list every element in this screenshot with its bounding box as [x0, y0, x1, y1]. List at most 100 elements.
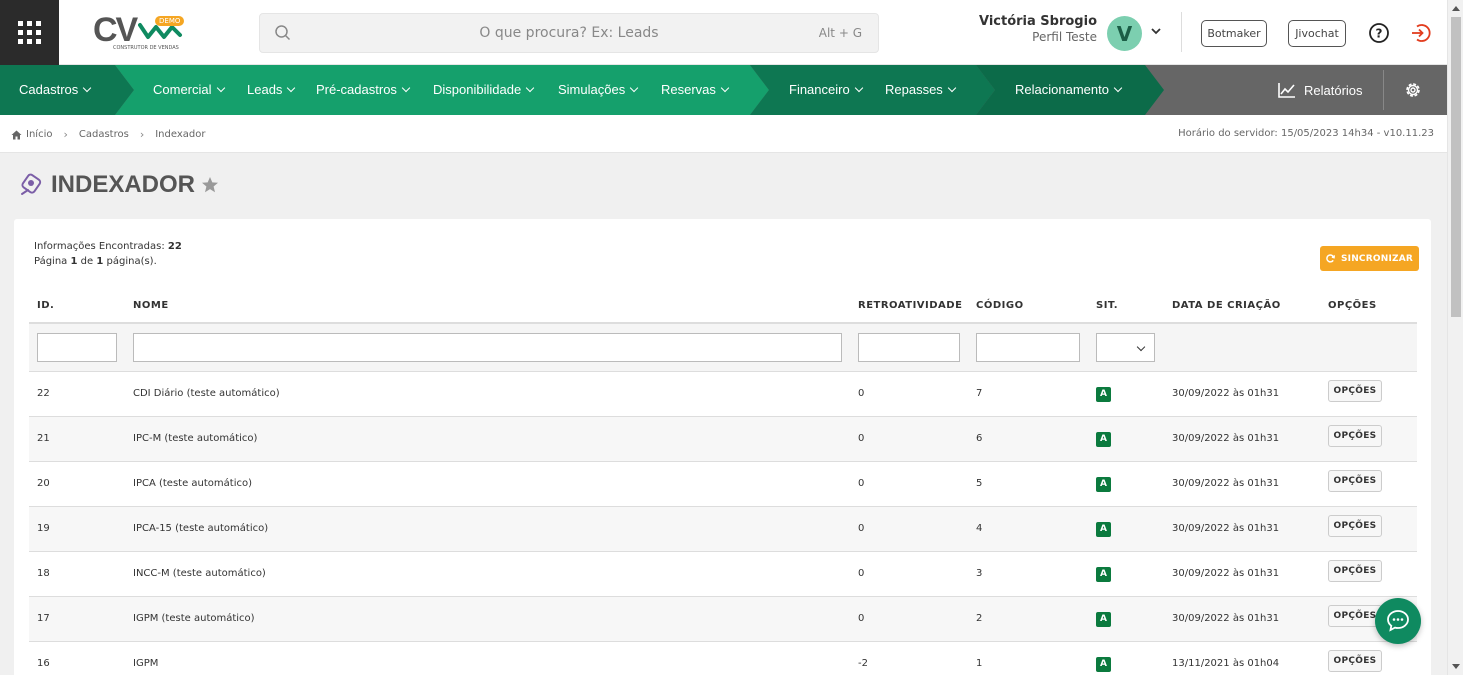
- col-codigo[interactable]: CÓDIGO: [976, 300, 1024, 311]
- cell-id: 16: [37, 658, 50, 669]
- status-badge: A: [1096, 522, 1111, 537]
- svg-text:?: ?: [1376, 27, 1383, 41]
- table-row[interactable]: 19 IPCA-15 (teste automático) 0 4 30/09/2022…: [29, 507, 1417, 552]
- col-retroatividade[interactable]: RETROATIVIDADE: [858, 300, 962, 311]
- table-row[interactable]: 18 INCC-M (teste automático) 0 3 30/09/2022 …: [29, 552, 1417, 597]
- cell-retroatividade: 0: [858, 478, 865, 489]
- chevron-down-icon[interactable]: [1149, 24, 1163, 38]
- chevron-down-icon: [629, 83, 639, 93]
- jivochat-button[interactable]: Jivochat: [1288, 20, 1346, 47]
- table-row[interactable]: 20 IPCA (teste automático) 0 5 30/09/2022 às…: [29, 462, 1417, 507]
- nav-comercial[interactable]: Comercial: [153, 65, 225, 115]
- cell-nome: INCC-M (teste automático): [133, 568, 266, 579]
- logo-subtitle: CONSTRUTOR DE VENDAS: [113, 45, 179, 51]
- nav-relacionamento[interactable]: Relacionamento: [1015, 65, 1123, 115]
- cell-codigo: 2: [976, 613, 983, 624]
- breadcrumb-inicio[interactable]: Início: [26, 129, 52, 140]
- gear-icon[interactable]: [1403, 80, 1423, 100]
- cell-retroatividade: 0: [858, 433, 865, 444]
- scroll-thumb[interactable]: [1451, 17, 1461, 317]
- chevron-down-icon: [216, 83, 225, 93]
- scroll-up-arrow[interactable]: [1452, 6, 1460, 11]
- nav-financeiro[interactable]: Financeiro: [789, 65, 863, 115]
- status-badge: A: [1096, 432, 1111, 447]
- status-badge: A: [1096, 477, 1111, 492]
- nav-disponibilidade[interactable]: Disponibilidade: [433, 65, 535, 115]
- search-input[interactable]: O que procura? Ex: Leads Alt + G: [259, 13, 879, 53]
- status-badge: A: [1096, 657, 1111, 672]
- cell-retroatividade: -2: [858, 658, 868, 669]
- cell-id: 21: [37, 433, 50, 444]
- page-title: INDEXADOR: [51, 171, 196, 198]
- cell-id: 18: [37, 568, 50, 579]
- col-data-criacao[interactable]: DATA DE CRIAÇÃO: [1172, 300, 1281, 311]
- chevron-right-icon: ›: [63, 128, 68, 141]
- help-icon[interactable]: ?: [1368, 22, 1390, 44]
- chart-line-icon: [1278, 83, 1295, 98]
- options-button[interactable]: OPÇÕES: [1328, 605, 1382, 627]
- filter-id-input[interactable]: [37, 333, 117, 362]
- star-icon[interactable]: [201, 176, 219, 194]
- reports-link[interactable]: Relatórios: [1278, 65, 1363, 115]
- nav-leads[interactable]: Leads: [247, 65, 296, 115]
- nav-reservas[interactable]: Reservas: [661, 65, 730, 115]
- options-button[interactable]: OPÇÕES: [1328, 650, 1382, 672]
- user-info[interactable]: Victória Sbrogio Perfil Teste: [960, 14, 1097, 44]
- logout-icon[interactable]: [1409, 22, 1431, 44]
- options-button[interactable]: OPÇÕES: [1328, 470, 1382, 492]
- cell-retroatividade: 0: [858, 388, 865, 399]
- nav-simulacoes[interactable]: Simulações: [558, 65, 639, 115]
- nav-cadastros[interactable]: Cadastros: [19, 65, 92, 115]
- cell-data-criacao: 13/11/2021 às 01h04: [1172, 658, 1280, 669]
- indexer-icon: [21, 173, 42, 195]
- main-nav: Cadastros Comercial Leads Pré-cadastros …: [0, 65, 1447, 115]
- options-button[interactable]: OPÇÕES: [1328, 560, 1382, 582]
- filter-sit-select[interactable]: [1096, 333, 1155, 362]
- cell-data-criacao: 30/09/2022 às 01h31: [1172, 388, 1280, 399]
- chevron-down-icon: [1113, 83, 1123, 93]
- col-id[interactable]: ID.: [37, 300, 54, 311]
- cell-nome: CDI Diário (teste automático): [133, 388, 280, 399]
- cell-nome: IPC-M (teste automático): [133, 433, 258, 444]
- sync-button[interactable]: SINCRONIZAR: [1320, 246, 1419, 271]
- filter-nome-input[interactable]: [133, 333, 842, 362]
- cell-nome: IGPM (teste automático): [133, 613, 255, 624]
- cell-nome: IPCA (teste automático): [133, 478, 253, 489]
- nav-repasses[interactable]: Repasses: [885, 65, 957, 115]
- cell-id: 20: [37, 478, 50, 489]
- nav-pre-cadastros[interactable]: Pré-cadastros: [316, 65, 411, 115]
- chat-button[interactable]: [1375, 598, 1421, 644]
- scroll-down-arrow[interactable]: [1452, 664, 1460, 669]
- botmaker-button[interactable]: Botmaker: [1201, 20, 1267, 47]
- chevron-down-icon: [947, 83, 957, 93]
- page-header: INDEXADOR: [19, 171, 219, 199]
- cell-codigo: 3: [976, 568, 983, 579]
- filter-retroatividade-input[interactable]: [858, 333, 960, 362]
- demo-badge: DEMO: [155, 16, 185, 26]
- cell-data-criacao: 30/09/2022 às 01h31: [1172, 478, 1280, 489]
- avatar[interactable]: V: [1107, 16, 1142, 51]
- options-button[interactable]: OPÇÕES: [1328, 380, 1382, 402]
- options-button[interactable]: OPÇÕES: [1328, 425, 1382, 447]
- cell-id: 19: [37, 523, 50, 534]
- scrollbar[interactable]: [1447, 0, 1463, 675]
- status-badge: A: [1096, 567, 1111, 582]
- cell-data-criacao: 30/09/2022 às 01h31: [1172, 433, 1280, 444]
- cell-id: 22: [37, 388, 50, 399]
- table-row[interactable]: 21 IPC-M (teste automático) 0 6 30/09/2022 à…: [29, 417, 1417, 462]
- col-sit[interactable]: SIT.: [1096, 300, 1118, 311]
- chevron-down-icon: [287, 83, 296, 93]
- apps-menu-button[interactable]: [0, 0, 59, 65]
- breadcrumb: Início › Cadastros › Indexador: [11, 128, 205, 141]
- filter-codigo-input[interactable]: [976, 333, 1080, 362]
- cell-retroatividade: 0: [858, 523, 865, 534]
- table-row[interactable]: 16 IGPM -2 1 13/11/2021 às 01h04 A OPÇÕES: [29, 642, 1417, 675]
- table-row[interactable]: 17 IGPM (teste automático) 0 2 30/09/2022 às…: [29, 597, 1417, 642]
- logo[interactable]: CV DEMO CONSTRUTOR DE VENDAS: [93, 11, 185, 55]
- top-header: CV DEMO CONSTRUTOR DE VENDAS O que procu…: [0, 0, 1447, 65]
- breadcrumb-cadastros[interactable]: Cadastros: [79, 129, 129, 140]
- cell-codigo: 6: [976, 433, 983, 444]
- col-nome[interactable]: NOME: [133, 300, 169, 311]
- table-row[interactable]: 22 CDI Diário (teste automático) 0 7 30/09/2…: [29, 372, 1417, 417]
- options-button[interactable]: OPÇÕES: [1328, 515, 1382, 537]
